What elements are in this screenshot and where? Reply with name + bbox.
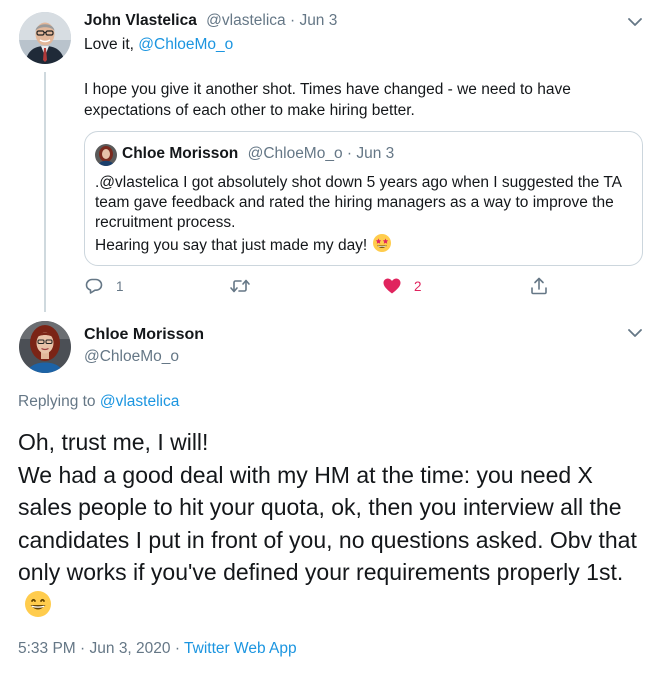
reply-button[interactable]: 1 — [84, 276, 124, 296]
tweet1-mention-link[interactable]: @ChloeMo_o — [138, 36, 233, 53]
tweet2-author-name[interactable]: Chloe Morisson — [84, 326, 204, 344]
tweet2-author-handle[interactable]: @ChloeMo_o — [84, 348, 179, 366]
tweet1-header: John Vlastelica @vlastelica · Jun 3 — [84, 12, 337, 30]
tweet1-separator: · — [285, 12, 300, 29]
replying-to-mention-link[interactable]: @vlastelica — [100, 393, 179, 410]
tweet2-body: Oh, trust me, I will! We had a good deal… — [18, 426, 648, 622]
tweet2-meta-separator-2: · — [170, 640, 185, 657]
tweet2-chevron-down-icon[interactable] — [626, 324, 644, 342]
retweet-button[interactable] — [229, 276, 263, 296]
tweet1-first-line: Love it, @ChloeMo_o — [84, 36, 233, 54]
star-struck-emoji-icon — [372, 234, 391, 252]
quoted-tweet-header: Chloe Morisson @ChloeMo_o · Jun 3 — [95, 145, 394, 163]
quoted-author-name: Chloe Morisson — [122, 145, 239, 162]
quoted-tweet-body: .@vlastelica I got absolutely shot down … — [95, 173, 635, 256]
tweet1-body: I hope you give it another shot. Times h… — [84, 81, 571, 119]
chloe-avatar[interactable] — [19, 321, 71, 373]
tweet2-date[interactable]: Jun 3, 2020 — [90, 640, 171, 657]
grinning-emoji-icon — [25, 590, 51, 617]
tweet1-line1-text: Love it, — [84, 36, 139, 53]
tweet1-author-handle[interactable]: @vlastelica — [206, 12, 285, 29]
quoted-author-handle: @ChloeMo_o — [247, 145, 343, 162]
john-avatar[interactable] — [19, 12, 71, 64]
quoted-body-line1: .@vlastelica I got absolutely shot down … — [95, 174, 622, 231]
tweet2-meta: 5:33 PM · Jun 3, 2020 · Twitter Web App — [18, 640, 297, 658]
tweet2-source-link[interactable]: Twitter Web App — [184, 640, 297, 657]
share-button[interactable] — [529, 276, 549, 296]
tweet1-chevron-down-icon[interactable] — [626, 13, 644, 31]
tweet2-time[interactable]: 5:33 PM — [18, 640, 76, 657]
quoted-date: Jun 3 — [356, 145, 395, 162]
like-count: 2 — [414, 278, 422, 294]
quoted-body-line2: Hearing you say that just made my day! — [95, 237, 368, 254]
quoted-separator: · — [342, 145, 357, 162]
tweet2-body-text: Oh, trust me, I will! We had a good deal… — [18, 429, 637, 586]
like-button[interactable]: 2 — [382, 276, 422, 296]
replying-to-label: Replying to — [18, 393, 100, 410]
twitter-thread: John Vlastelica @vlastelica · Jun 3 Love… — [0, 0, 657, 676]
quoted-tweet-card[interactable]: Chloe Morisson @ChloeMo_o · Jun 3 .@vlas… — [84, 131, 643, 266]
share-icon — [531, 277, 547, 295]
tweet1-author-name[interactable]: John Vlastelica — [84, 12, 197, 29]
heart-filled-icon — [383, 278, 401, 294]
tweet2-meta-separator-1: · — [75, 640, 90, 657]
thread-connector-line — [44, 72, 46, 312]
reply-count: 1 — [116, 278, 124, 294]
retweet-icon — [230, 279, 250, 293]
reply-icon — [85, 278, 103, 294]
tweet1-action-bar: 1 2 — [84, 276, 564, 300]
replying-to-line: Replying to @vlastelica — [18, 393, 179, 411]
tweet1-date[interactable]: Jun 3 — [299, 12, 337, 29]
